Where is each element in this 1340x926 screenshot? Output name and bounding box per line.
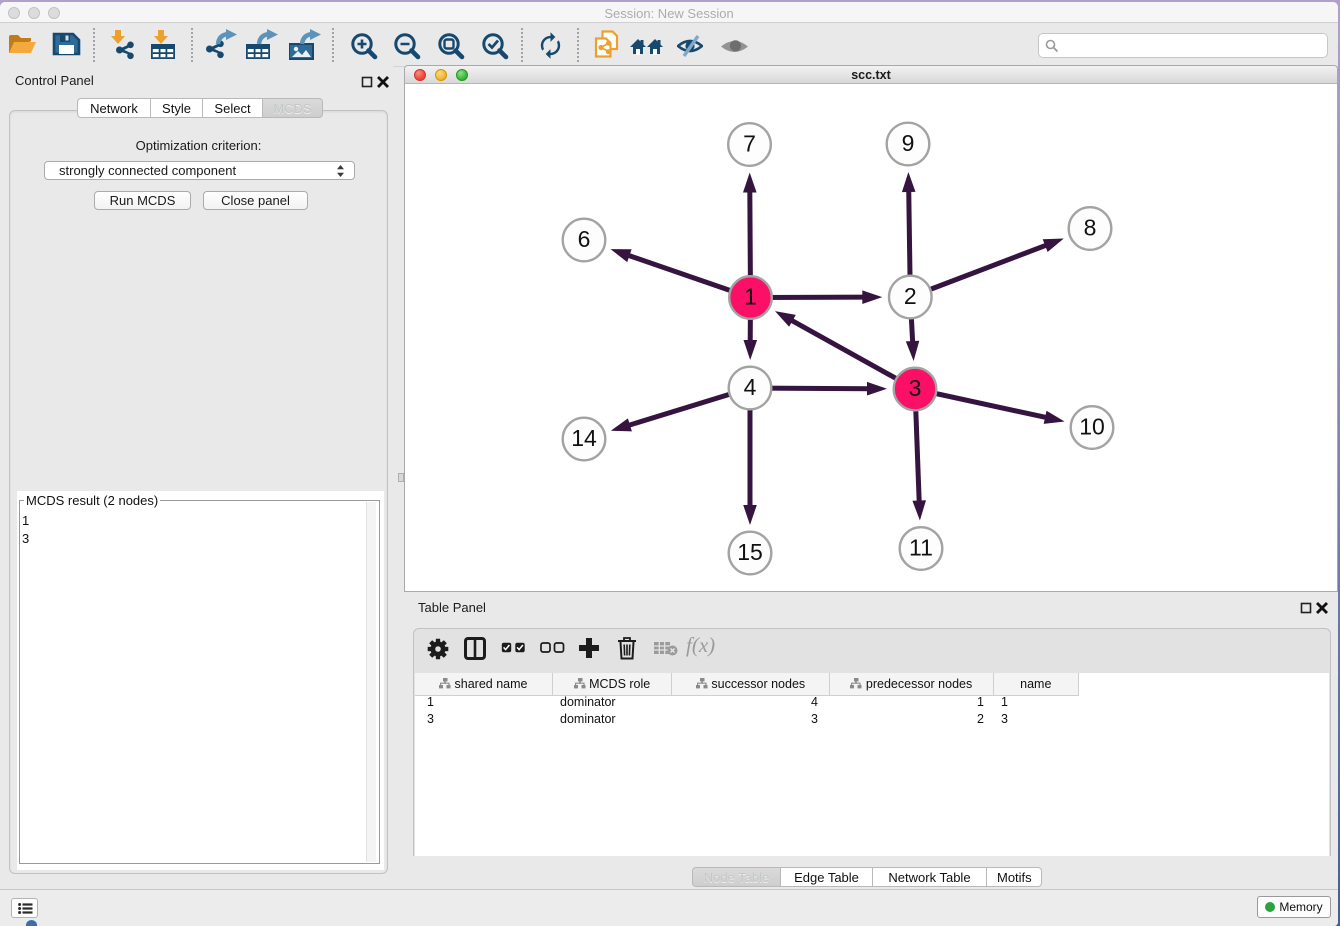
svg-text:11: 11 (909, 535, 933, 561)
svg-text:15: 15 (737, 539, 763, 565)
svg-text:1: 1 (744, 284, 757, 310)
svg-text:8: 8 (1084, 215, 1097, 241)
svg-text:3: 3 (909, 375, 922, 401)
svg-text:14: 14 (571, 425, 597, 451)
svg-text:4: 4 (744, 374, 757, 400)
svg-text:10: 10 (1079, 414, 1105, 440)
svg-text:7: 7 (743, 131, 756, 157)
svg-text:9: 9 (902, 130, 915, 156)
svg-text:2: 2 (904, 283, 917, 309)
svg-text:6: 6 (578, 226, 591, 252)
